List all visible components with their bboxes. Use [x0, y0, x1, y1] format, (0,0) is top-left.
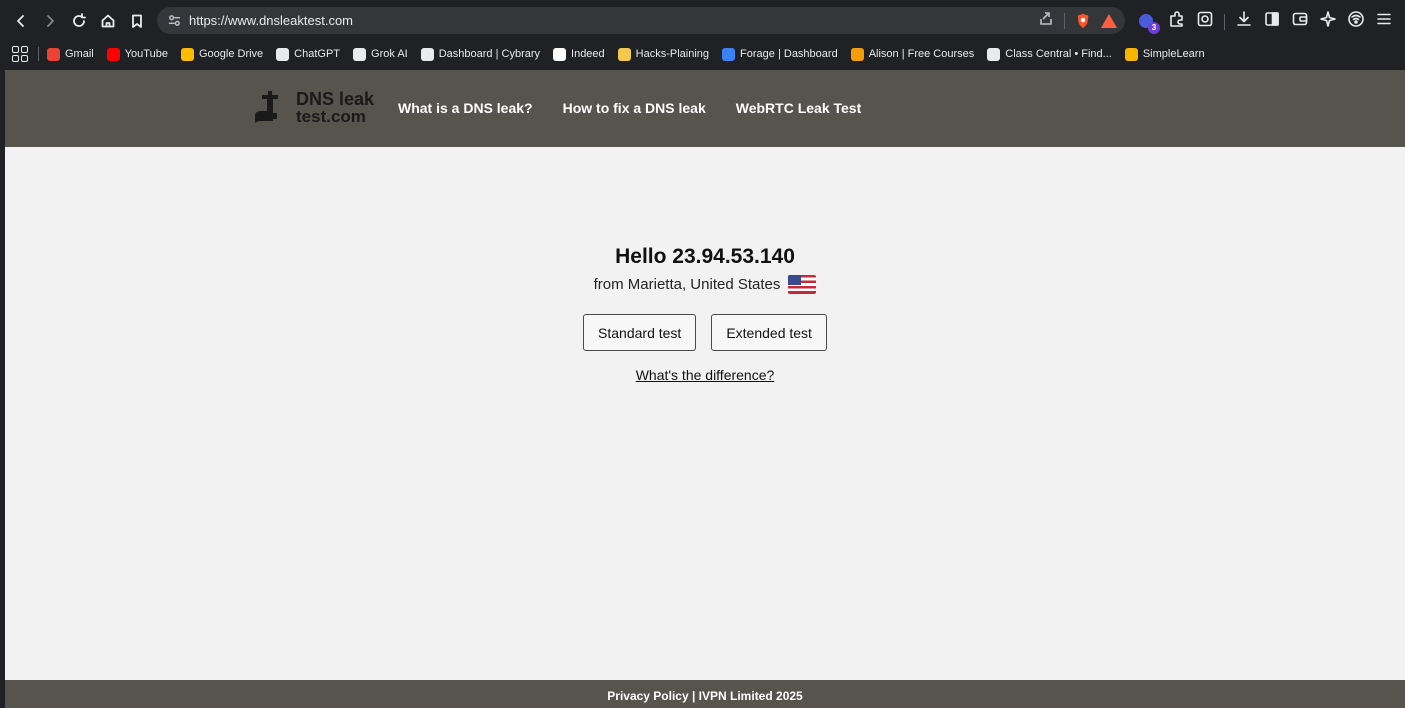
- hacksplaining-icon: [617, 47, 631, 61]
- address-bar[interactable]: https://www.dnsleaktest.com: [157, 7, 1125, 34]
- leo-ai-icon[interactable]: [1319, 10, 1337, 33]
- logo-line1: DNS leak: [296, 89, 375, 109]
- forage-icon: [722, 47, 736, 61]
- download-icon[interactable]: [1235, 10, 1253, 33]
- url-text[interactable]: https://www.dnsleaktest.com: [189, 13, 353, 28]
- extended-test-button[interactable]: Extended test: [711, 314, 827, 351]
- bookmark-icon[interactable]: [126, 10, 148, 32]
- nav-how-to-fix[interactable]: How to fix a DNS leak: [563, 100, 706, 116]
- class-central-icon: [987, 47, 1001, 61]
- bookmarks-bar: Gmail YouTube Google Drive ChatGPT Grok AI Da…: [0, 42, 1405, 66]
- vpn-icon[interactable]: [1347, 10, 1365, 33]
- bookmark-item[interactable]: Indeed: [553, 47, 605, 61]
- indeed-icon: [553, 47, 567, 61]
- nav-buttons: [10, 10, 148, 32]
- divider: [38, 47, 39, 61]
- bookmark-label: Google Drive: [198, 48, 264, 60]
- site-footer[interactable]: Privacy Policy | IVPN Limited 2025: [5, 680, 1405, 708]
- reader-icon[interactable]: [1196, 10, 1214, 33]
- bookmark-label: ChatGPT: [294, 48, 341, 60]
- bookmark-list: Gmail YouTube Google Drive ChatGPT Grok AI Da…: [47, 47, 1218, 61]
- faucet-icon: [255, 89, 295, 127]
- browser-toolbar: https://www.dnsleaktest.com 3: [0, 0, 1405, 42]
- bookmark-label: YouTube: [124, 48, 168, 60]
- home-icon[interactable]: [97, 10, 119, 32]
- menu-icon[interactable]: [1375, 10, 1393, 33]
- web-page: DNS leak test.com What is a DNS leak? Ho…: [5, 70, 1405, 708]
- hero-section: Hello 23.94.53.140 from Marietta, United…: [5, 245, 1405, 385]
- wallet-icon[interactable]: [1291, 10, 1309, 33]
- google-drive-icon: [180, 47, 194, 61]
- bookmark-item[interactable]: Gmail: [47, 47, 94, 61]
- brave-rewards-icon[interactable]: [1101, 13, 1117, 28]
- extensions-icon[interactable]: [1168, 10, 1186, 33]
- youtube-icon: [106, 47, 120, 61]
- bookmark-item[interactable]: SimpleLearn: [1124, 47, 1205, 61]
- alison-icon: [850, 47, 864, 61]
- bookmark-item[interactable]: Dashboard | Cybrary: [420, 47, 541, 61]
- bookmark-item[interactable]: Grok AI: [353, 47, 408, 61]
- bookmark-label: SimpleLearn: [1142, 48, 1205, 60]
- bookmark-label: Indeed: [571, 48, 605, 60]
- site-nav: What is a DNS leak? How to fix a DNS lea…: [398, 100, 861, 116]
- greeting-heading: Hello 23.94.53.140: [615, 245, 795, 268]
- chatgpt-icon: [276, 47, 290, 61]
- bookmark-label: Dashboard | Cybrary: [438, 48, 541, 60]
- bookmark-item[interactable]: Alison | Free Courses: [850, 47, 975, 61]
- bookmark-label: Class Central • Find...: [1005, 48, 1112, 60]
- apps-icon[interactable]: [12, 46, 28, 62]
- test-buttons: Standard test Extended test: [5, 314, 1405, 351]
- bookmark-item[interactable]: ChatGPT: [276, 47, 341, 61]
- location-text: from Marietta, United States: [593, 276, 781, 293]
- bookmark-label: Forage | Dashboard: [740, 48, 838, 60]
- site-logo[interactable]: DNS leak test.com: [255, 89, 374, 127]
- difference-link[interactable]: What's the difference?: [636, 367, 775, 383]
- bookmark-item[interactable]: YouTube: [106, 47, 168, 61]
- extension-badge-icon[interactable]: 3: [1138, 12, 1160, 34]
- divider: [1064, 12, 1065, 29]
- sidebar-icon[interactable]: [1263, 10, 1281, 33]
- forward-icon[interactable]: [39, 10, 61, 32]
- standard-test-button[interactable]: Standard test: [583, 314, 697, 351]
- back-icon[interactable]: [10, 10, 32, 32]
- grok-icon: [353, 47, 367, 61]
- logo-line2: test.com: [296, 107, 366, 126]
- site-settings-icon[interactable]: [165, 12, 183, 30]
- divider: [1224, 13, 1225, 30]
- bookmark-item[interactable]: Google Drive: [180, 47, 264, 61]
- nav-webrtc-test[interactable]: WebRTC Leak Test: [736, 100, 862, 116]
- bookmark-item[interactable]: Hacks-Plaining: [617, 47, 710, 61]
- bookmark-label: Grok AI: [371, 48, 408, 60]
- simplilearn-icon: [1124, 47, 1138, 61]
- browser-actions: 3: [1138, 10, 1393, 34]
- bookmark-item[interactable]: Forage | Dashboard: [722, 47, 838, 61]
- site-header: DNS leak test.com What is a DNS leak? Ho…: [5, 70, 1405, 147]
- nav-what-is-dns-leak[interactable]: What is a DNS leak?: [398, 100, 533, 116]
- bookmark-label: Alison | Free Courses: [868, 48, 975, 60]
- cybrary-icon: [420, 47, 434, 61]
- location-line: from Marietta, United States: [594, 275, 817, 294]
- reload-icon[interactable]: [68, 10, 90, 32]
- brave-shields-icon[interactable]: [1075, 12, 1091, 30]
- bookmark-item[interactable]: Class Central • Find...: [987, 47, 1112, 61]
- gmail-icon: [47, 47, 60, 61]
- address-bar-actions: [1038, 10, 1117, 31]
- share-icon[interactable]: [1038, 10, 1054, 31]
- bookmark-label: Gmail: [65, 48, 94, 60]
- us-flag-icon: [788, 275, 817, 294]
- bookmark-label: Hacks-Plaining: [635, 48, 710, 60]
